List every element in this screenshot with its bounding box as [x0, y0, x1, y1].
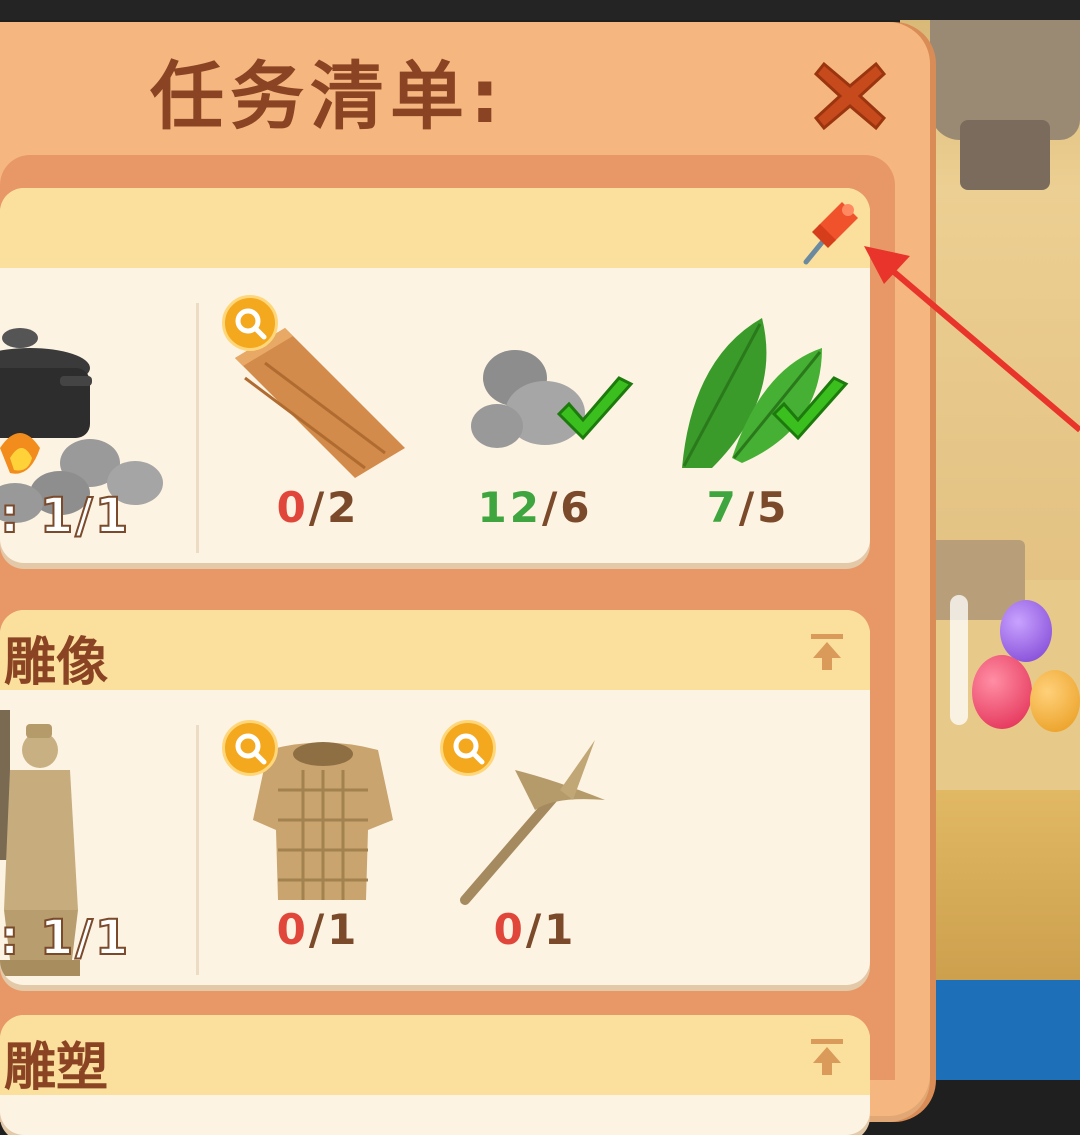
- collapse-icon[interactable]: [805, 1035, 849, 1079]
- scrollbar[interactable]: [950, 595, 968, 725]
- task-progress: : 1/1: [0, 487, 131, 545]
- task-card-header: [0, 188, 870, 268]
- material-count: 7/5: [706, 483, 790, 532]
- pin-icon[interactable]: [798, 198, 862, 268]
- material-count: 0/1: [276, 905, 360, 954]
- task-list-scroll-area[interactable]: : 1/1 0/2 12/6 7/5 雕像: 1/1 0/1 0/1 雕塑: [0, 155, 895, 1135]
- close-icon[interactable]: [810, 56, 890, 136]
- material-count: 0/2: [276, 483, 360, 532]
- top-bar: [0, 0, 1080, 20]
- panel-title: 任务清单:: [150, 54, 506, 140]
- task-card-3: 雕塑: [0, 1015, 870, 1135]
- search-icon[interactable]: [222, 720, 278, 776]
- task-card-title: 雕塑: [4, 1038, 109, 1098]
- card-divider: [196, 303, 199, 553]
- checkmark-icon: [556, 376, 634, 441]
- anvil-workstation[interactable]: [960, 120, 1050, 190]
- collapse-icon[interactable]: [805, 630, 849, 674]
- material-count: 0/1: [493, 905, 577, 954]
- task-card-header: [0, 1015, 870, 1095]
- task-card-2: 雕像 : 1/1 0/1 0/1: [0, 610, 870, 985]
- card-divider: [196, 725, 199, 975]
- balloon-red[interactable]: [972, 655, 1032, 729]
- checkmark-icon: [771, 376, 849, 441]
- tutorial-arrow: [864, 246, 1080, 433]
- task-card-1: : 1/1 0/2 12/6 7/5: [0, 188, 870, 563]
- task-card-header: [0, 610, 870, 690]
- material-count: 12/6: [477, 483, 593, 532]
- balloon-purple[interactable]: [1000, 600, 1052, 662]
- balloon-orange[interactable]: [1030, 670, 1080, 732]
- task-progress: : 1/1: [0, 909, 131, 967]
- task-card-title: 雕像: [4, 633, 109, 693]
- search-icon[interactable]: [440, 720, 496, 776]
- search-icon[interactable]: [222, 295, 278, 351]
